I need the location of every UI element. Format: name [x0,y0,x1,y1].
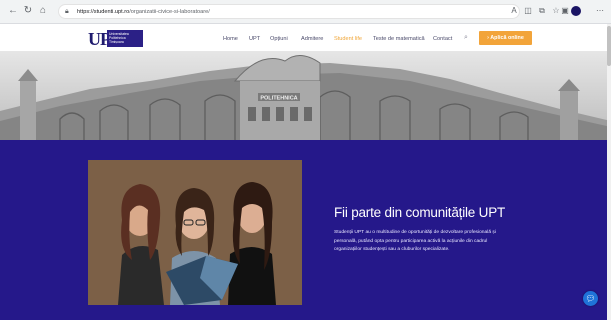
more-icon[interactable]: ⋯ [594,5,606,17]
building-sign: POLITEHNICA [260,96,297,102]
browser-toolbar: ← ↻ ⌂ 🔒︎ https://studenti.upt.ro/organiz… [0,0,611,24]
refresh-icon[interactable]: ↻ [21,4,35,18]
description-line: Studenții UPT au o multitudine de oportu… [334,230,496,235]
nav-teste-matematica[interactable]: Teste de matematică [373,36,425,42]
hero-building-image: POLITEHNICA [0,51,611,140]
apply-online-button[interactable]: › Aplică online [479,31,532,45]
students-illustration [88,160,302,305]
nav-home[interactable]: Home [223,36,238,42]
search-icon[interactable]: ⌕ [464,34,468,42]
url-host: https://studenti.upt.ro [77,9,130,15]
page-scrollbar[interactable] [607,24,611,320]
logo-line: Timișoara [109,40,124,44]
back-icon[interactable]: ← [6,4,20,18]
nav-contact[interactable]: Contact [433,36,452,42]
split-screen-icon[interactable]: ◫ [522,5,534,17]
section-title: Fii parte din comunitățile UPT [334,205,506,220]
section-description: Studenții UPT au o multitudine de oportu… [334,229,524,255]
nav-upt[interactable]: UPT [249,36,260,42]
logo-box[interactable]: Universitatea Politehnica Timișoara [107,30,143,47]
tab-icon[interactable]: ⧉ [536,5,548,17]
description-line: personală, putând opta pentru participar… [334,238,488,244]
collections-icon[interactable]: ▣ [559,5,571,17]
address-bar[interactable]: 🔒︎ https://studenti.upt.ro/organizatii-c… [58,4,520,19]
chat-icon[interactable]: 💬︎ [583,291,598,306]
description-line: organizațiilor studențești sau a cluburi… [334,247,450,253]
read-aloud-icon[interactable]: A [508,5,520,17]
home-icon[interactable]: ⌂ [36,4,50,18]
scrollbar-thumb[interactable] [607,26,611,66]
nav-optiuni[interactable]: Opțiuni [270,36,288,42]
building-illustration: POLITEHNICA [0,51,611,140]
apply-online-label: Aplică online [490,35,524,41]
url-path: /organizatii-civice-si-laboratoare/ [129,9,210,15]
lock-icon: 🔒︎ [65,8,69,15]
profile-icon[interactable] [571,6,581,16]
nav-student-life[interactable]: Student life [334,36,362,42]
nav-admitere[interactable]: Admitere [301,36,323,42]
students-photo [88,160,302,305]
